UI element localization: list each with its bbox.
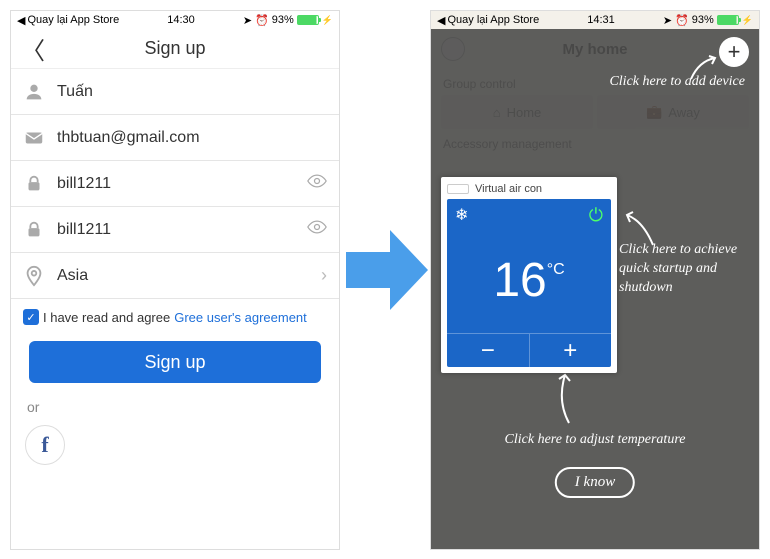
name-value: Tuấn	[57, 83, 327, 101]
back-button[interactable]: 〈	[21, 31, 45, 66]
eye-icon[interactable]	[307, 174, 327, 193]
tip-power: Click here to achieve quick startup and …	[619, 241, 749, 298]
email-field[interactable]: thbtuan@gmail.com	[11, 115, 339, 161]
device-switch-icon	[447, 184, 469, 194]
region-value: Asia	[57, 267, 309, 285]
temp-minus-button[interactable]: −	[447, 334, 530, 367]
signup-screen: ◀Quay lại App Store 14:30 ➤ ⏰ 93% ⚡ 〈 Si…	[10, 10, 340, 550]
arrow-curve-icon	[623, 211, 657, 247]
battery-icon	[297, 15, 319, 25]
alarm-icon: ⏰	[255, 14, 269, 27]
power-button[interactable]: ⏻	[589, 205, 603, 226]
battery-icon	[717, 15, 739, 25]
tip-add-device: Click here to add device	[609, 73, 745, 92]
battery-pct: 93%	[272, 14, 294, 26]
arrow-curve-icon	[689, 55, 719, 81]
status-bar: ◀Quay lại App Store 14:30 ➤ ⏰ 93% ⚡	[11, 11, 339, 29]
i-know-button[interactable]: I know	[555, 467, 635, 498]
location-icon: ➤	[243, 14, 252, 27]
password-confirm-value: bill1211	[57, 221, 295, 239]
charging-icon: ⚡	[742, 15, 753, 26]
status-time: 14:31	[587, 14, 615, 26]
status-time: 14:30	[167, 14, 195, 26]
temp-plus-button[interactable]: +	[530, 334, 612, 367]
page-title: Sign up	[144, 38, 205, 59]
location-pin-icon	[23, 265, 45, 287]
tip-temperature: Click here to adjust temperature	[431, 431, 759, 450]
eye-icon[interactable]	[307, 220, 327, 239]
agreement-checkbox[interactable]: ✓	[23, 309, 39, 325]
snowflake-icon: ❄	[455, 205, 468, 225]
back-to-app[interactable]: Quay lại App Store	[27, 14, 119, 26]
region-field[interactable]: Asia ›	[11, 253, 339, 299]
alarm-icon: ⏰	[675, 14, 689, 27]
person-icon	[23, 81, 45, 103]
status-bar: ◀Quay lại App Store 14:31 ➤ ⏰ 93% ⚡	[431, 11, 759, 29]
name-field[interactable]: Tuấn	[11, 69, 339, 115]
password-value: bill1211	[57, 175, 295, 193]
nav-bar: 〈 Sign up	[11, 29, 339, 69]
charging-icon: ⚡	[322, 15, 333, 26]
transition-arrow	[346, 230, 428, 310]
ac-tile: ❄ ⏻ 16°C − +	[447, 199, 611, 367]
location-icon: ➤	[663, 14, 672, 27]
lock-icon	[23, 173, 45, 195]
password-field[interactable]: bill1211	[11, 161, 339, 207]
email-value: thbtuan@gmail.com	[57, 129, 327, 147]
back-to-app[interactable]: Quay lại App Store	[447, 14, 539, 26]
password-confirm-field[interactable]: bill1211	[11, 207, 339, 253]
arrow-curve-icon	[551, 371, 581, 425]
device-name: Virtual air con	[475, 183, 542, 195]
signup-button[interactable]: Sign up	[29, 341, 321, 383]
mail-icon	[23, 127, 45, 149]
lock-icon	[23, 219, 45, 241]
agreement-text: I have read and agree	[43, 310, 170, 325]
home-screen: ◀Quay lại App Store 14:31 ➤ ⏰ 93% ⚡ My h…	[430, 10, 760, 550]
device-card[interactable]: Virtual air con ❄ ⏻ 16°C − +	[441, 177, 617, 373]
facebook-button[interactable]: f	[25, 425, 65, 465]
chevron-right-icon: ›	[321, 265, 327, 286]
agreement-link[interactable]: Gree user's agreement	[174, 310, 307, 325]
or-label: or	[11, 389, 339, 425]
add-device-button[interactable]: +	[719, 37, 749, 67]
battery-pct: 93%	[692, 14, 714, 26]
agreement-row: ✓ I have read and agree Gree user's agre…	[11, 299, 339, 335]
temperature-display: 16°C	[447, 253, 611, 308]
